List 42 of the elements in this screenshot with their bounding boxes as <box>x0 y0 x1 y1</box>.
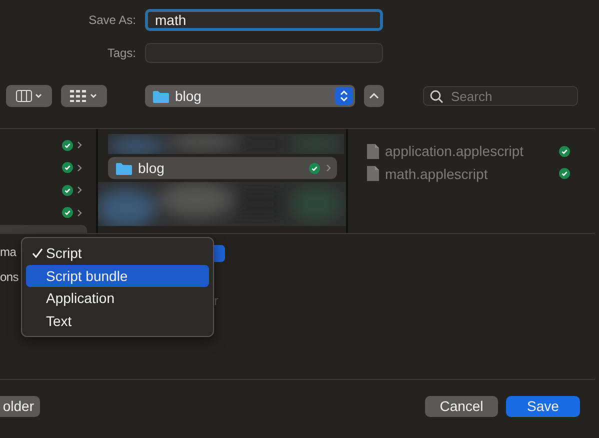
folder-icon <box>116 162 132 174</box>
up-button[interactable] <box>364 85 384 107</box>
menu-item[interactable]: Text <box>26 310 209 332</box>
view-mode-button[interactable] <box>6 85 52 107</box>
folder-icon <box>153 90 169 102</box>
cancel-button[interactable]: Cancel <box>425 396 498 416</box>
columns-view-icon <box>16 90 42 102</box>
save-as-label: Save As: <box>88 13 136 27</box>
chevron-up-icon <box>369 93 379 99</box>
menu-item[interactable]: Script bundle <box>26 264 209 287</box>
chevron-right-icon <box>77 186 82 194</box>
checkmark-icon <box>62 140 73 151</box>
checkmark-icon <box>559 168 570 180</box>
options-label: ons <box>0 270 18 284</box>
grid-icon <box>70 90 98 102</box>
chevron-right-icon <box>77 208 82 217</box>
search-icon <box>430 90 443 103</box>
checkmark-icon <box>62 162 73 174</box>
checkmark-icon <box>62 207 73 218</box>
group-button[interactable] <box>61 85 107 107</box>
folder-row[interactable]: blog <box>108 157 337 179</box>
tags-label: Tags: <box>106 46 136 60</box>
save-button[interactable]: Save <box>506 396 580 416</box>
file-name[interactable]: application.applescript <box>385 143 553 160</box>
tags-field[interactable] <box>145 43 383 63</box>
menu-item[interactable]: Script <box>26 242 209 264</box>
up-down-arrows-icon <box>335 87 353 105</box>
chevron-right-icon <box>326 164 331 172</box>
checkmark-icon <box>309 162 320 174</box>
new-folder-button[interactable]: older <box>0 396 40 416</box>
file-name[interactable]: math.applescript <box>385 166 553 182</box>
checkmark-icon <box>62 184 73 196</box>
document-icon <box>367 144 379 159</box>
search-field[interactable]: Search <box>423 86 578 106</box>
document-icon <box>367 166 379 182</box>
chevron-right-icon <box>77 141 82 150</box>
location-popup[interactable]: blog <box>145 85 355 107</box>
chevron-right-icon <box>77 164 82 172</box>
save-as-field[interactable]: math <box>145 9 383 31</box>
checkmark-icon <box>559 146 570 157</box>
format-label: ma <box>0 245 16 259</box>
menu-item[interactable]: Application <box>26 287 209 310</box>
